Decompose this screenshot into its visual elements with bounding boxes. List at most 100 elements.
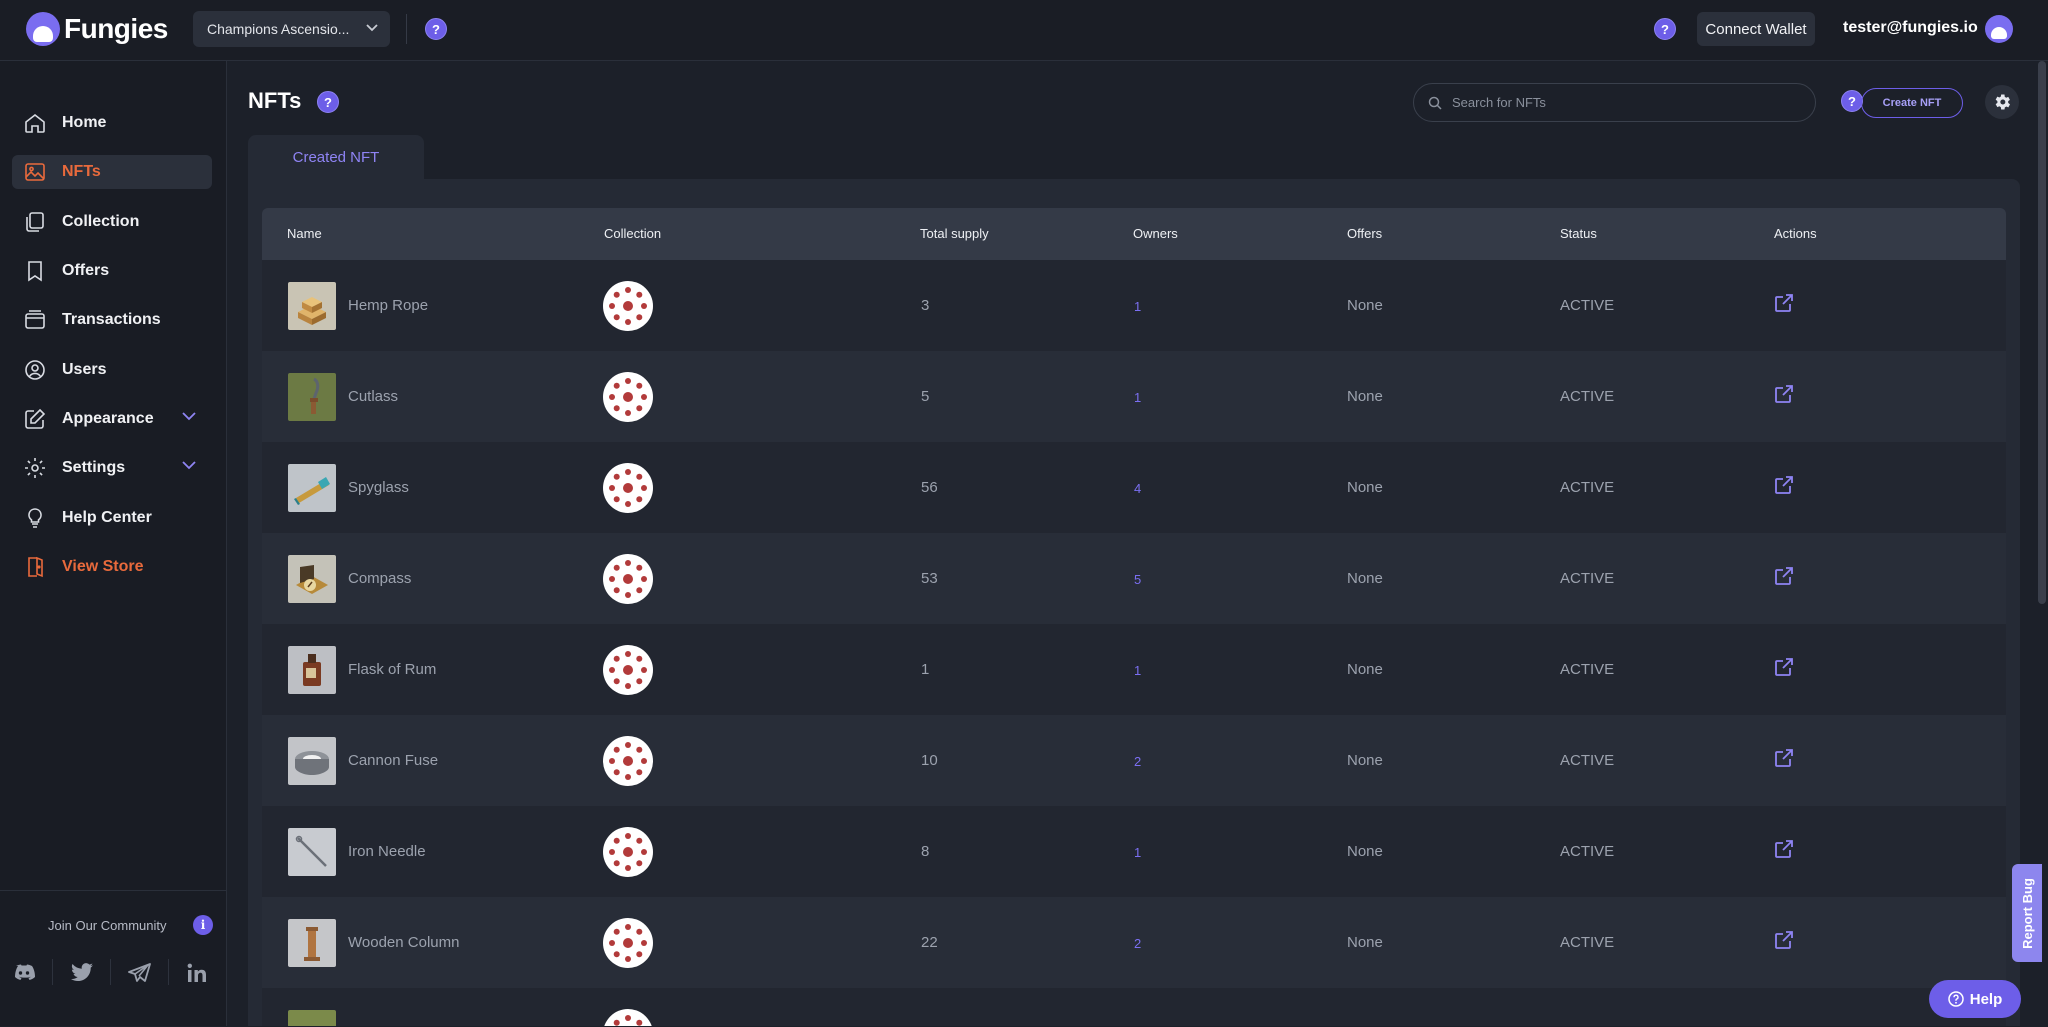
chevron-down-icon[interactable] bbox=[182, 412, 196, 421]
table-row[interactable]: Compass 53 5 None ACTIVE bbox=[262, 533, 2006, 624]
external-link-icon[interactable] bbox=[1773, 656, 1795, 678]
twitter-icon[interactable] bbox=[62, 955, 102, 991]
sidebar-item-label: Collection bbox=[62, 213, 140, 230]
collection-icon[interactable] bbox=[603, 372, 653, 422]
help-button[interactable]: Help bbox=[1929, 980, 2021, 1018]
sidebar-item-transactions[interactable]: Transactions bbox=[12, 303, 212, 337]
nft-name[interactable]: Spyglass bbox=[348, 479, 409, 496]
status-badge: ACTIVE bbox=[1560, 661, 1615, 678]
info-icon[interactable]: i bbox=[193, 915, 213, 935]
column-header-collection[interactable]: Collection bbox=[604, 226, 661, 241]
user-icon bbox=[22, 357, 48, 383]
collection-icon[interactable] bbox=[603, 827, 653, 877]
collection-icon[interactable] bbox=[603, 554, 653, 604]
search-input[interactable] bbox=[1450, 94, 1794, 111]
owners-link[interactable]: 1 bbox=[1134, 663, 1141, 678]
sidebar-item-label: NFTs bbox=[62, 163, 101, 180]
collection-icon[interactable] bbox=[603, 463, 653, 513]
collection-icon[interactable] bbox=[603, 645, 653, 695]
collection-icon[interactable] bbox=[603, 281, 653, 331]
sidebar-item-settings[interactable]: Settings bbox=[12, 451, 212, 485]
nft-name[interactable]: Hemp Rope bbox=[348, 297, 428, 314]
search-box[interactable] bbox=[1413, 83, 1816, 122]
sidebar-item-help-center[interactable]: Help Center bbox=[12, 501, 212, 535]
discord-icon[interactable] bbox=[4, 955, 44, 991]
external-link-icon[interactable] bbox=[1773, 565, 1795, 587]
owners-link[interactable]: 1 bbox=[1134, 390, 1141, 405]
divider bbox=[52, 959, 53, 985]
nft-name[interactable]: Cannon Fuse bbox=[348, 752, 438, 769]
owners-link[interactable]: 4 bbox=[1134, 481, 1141, 496]
nft-name[interactable]: Wooden Column bbox=[348, 934, 459, 951]
offers-value: None bbox=[1347, 661, 1383, 678]
owners-link[interactable]: 2 bbox=[1134, 936, 1141, 951]
store-selector[interactable]: Champions Ascensio... bbox=[193, 11, 390, 47]
column-header-name[interactable]: Name bbox=[287, 226, 322, 241]
offers-value: None bbox=[1347, 843, 1383, 860]
table-row[interactable] bbox=[262, 988, 2006, 1026]
column-header-offers[interactable]: Offers bbox=[1347, 226, 1382, 241]
collection-icon[interactable] bbox=[603, 736, 653, 786]
report-bug-button[interactable]: Report Bug bbox=[2012, 864, 2042, 962]
nft-thumbnail bbox=[288, 737, 336, 785]
external-link-icon[interactable] bbox=[1773, 929, 1795, 951]
table-row[interactable]: Wooden Column 22 2 None ACTIVE bbox=[262, 897, 2006, 988]
status-badge: ACTIVE bbox=[1560, 479, 1615, 496]
table-row[interactable]: Spyglass 56 4 None ACTIVE bbox=[262, 442, 2006, 533]
nft-thumbnail bbox=[288, 919, 336, 967]
nft-name[interactable]: Iron Needle bbox=[348, 843, 426, 860]
nft-name[interactable]: Flask of Rum bbox=[348, 661, 436, 678]
collection-icon[interactable] bbox=[603, 918, 653, 968]
sidebar-item-offers[interactable]: Offers bbox=[12, 254, 212, 288]
sidebar-item-home[interactable]: Home bbox=[12, 106, 212, 140]
column-header-owners[interactable]: Owners bbox=[1133, 226, 1178, 241]
gear-icon bbox=[22, 455, 48, 481]
nft-thumbnail bbox=[288, 1010, 336, 1026]
tab-created-nft[interactable]: Created NFT bbox=[248, 135, 424, 179]
external-link-icon[interactable] bbox=[1773, 838, 1795, 860]
telegram-icon[interactable] bbox=[120, 955, 160, 991]
table-row[interactable]: Hemp Rope 3 1 None ACTIVE bbox=[262, 260, 2006, 351]
search-icon bbox=[1428, 96, 1442, 110]
offers-value: None bbox=[1347, 752, 1383, 769]
create-help-icon[interactable]: ? bbox=[1841, 90, 1863, 112]
owners-link[interactable]: 1 bbox=[1134, 845, 1141, 860]
avatar[interactable] bbox=[1985, 15, 2013, 43]
table-row[interactable]: Iron Needle 8 1 None ACTIVE bbox=[262, 806, 2006, 897]
page-help-icon[interactable]: ? bbox=[317, 91, 339, 113]
total-supply: 5 bbox=[921, 388, 930, 405]
external-link-icon[interactable] bbox=[1773, 383, 1795, 405]
linkedin-icon[interactable] bbox=[177, 955, 217, 991]
external-link-icon[interactable] bbox=[1773, 474, 1795, 496]
nft-name[interactable]: Compass bbox=[348, 570, 411, 587]
settings-button[interactable] bbox=[1985, 85, 2019, 119]
fungies-logo[interactable]: Fungies bbox=[26, 12, 168, 46]
external-link-icon[interactable] bbox=[1773, 292, 1795, 314]
table-row[interactable]: Cutlass 5 1 None ACTIVE bbox=[262, 351, 2006, 442]
store-help-icon[interactable]: ? bbox=[425, 18, 447, 40]
sidebar-item-nfts[interactable]: NFTs bbox=[12, 155, 212, 189]
sidebar-item-users[interactable]: Users bbox=[12, 353, 212, 387]
sidebar-item-collection[interactable]: Collection bbox=[12, 205, 212, 239]
table-row[interactable]: Flask of Rum 1 1 None ACTIVE bbox=[262, 624, 2006, 715]
table-row[interactable]: Cannon Fuse 10 2 None ACTIVE bbox=[262, 715, 2006, 806]
column-header-status[interactable]: Status bbox=[1560, 226, 1597, 241]
offers-value: None bbox=[1347, 388, 1383, 405]
owners-link[interactable]: 2 bbox=[1134, 754, 1141, 769]
owners-link[interactable]: 1 bbox=[1134, 299, 1141, 314]
scrollbar[interactable] bbox=[2038, 61, 2046, 604]
sidebar-item-view-store[interactable]: View Store bbox=[12, 550, 212, 584]
external-link-icon[interactable] bbox=[1773, 747, 1795, 769]
sidebar-item-appearance[interactable]: Appearance bbox=[12, 402, 212, 436]
nft-thumbnail bbox=[288, 828, 336, 876]
owners-link[interactable]: 5 bbox=[1134, 572, 1141, 587]
chevron-down-icon[interactable] bbox=[182, 461, 196, 470]
wallet-help-icon[interactable]: ? bbox=[1654, 18, 1676, 40]
connect-wallet-button[interactable]: Connect Wallet bbox=[1697, 12, 1815, 46]
create-nft-button[interactable]: Create NFT bbox=[1861, 88, 1963, 118]
top-bar: Fungies Champions Ascensio... ? ? Connec… bbox=[0, 0, 2048, 61]
collection-icon[interactable] bbox=[603, 1009, 653, 1026]
column-header-total-supply[interactable]: Total supply bbox=[920, 226, 989, 241]
nft-name[interactable]: Cutlass bbox=[348, 388, 398, 405]
user-email[interactable]: tester@fungies.io bbox=[1843, 19, 1978, 37]
